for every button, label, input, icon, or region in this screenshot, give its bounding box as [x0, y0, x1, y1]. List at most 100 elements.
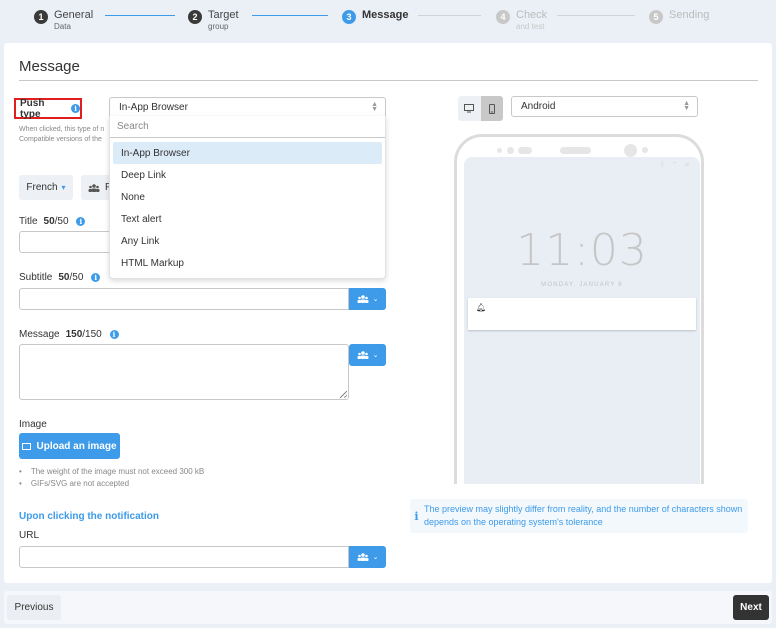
info-icon[interactable]: i	[76, 217, 86, 226]
device-toggle	[458, 96, 503, 121]
step-title: Message	[362, 9, 409, 21]
step-sending[interactable]: 5 Sending	[649, 9, 709, 24]
info-icon[interactable]: i	[91, 273, 101, 282]
title-max: /50	[54, 216, 69, 227]
select-arrows-icon: ▲ ▼	[683, 100, 690, 112]
image-rules: The weight of the image must not exceed …	[19, 466, 204, 490]
phone-sensor	[642, 147, 648, 153]
phone-sensor	[518, 147, 532, 154]
page-title: Message	[19, 58, 80, 75]
os-select[interactable]: Android ▲ ▼	[511, 96, 698, 117]
image-label: Image	[19, 419, 47, 430]
users-icon	[357, 553, 369, 561]
url-personalize-button[interactable]: ⌄	[349, 546, 386, 568]
image-rule: The weight of the image must not exceed …	[19, 466, 204, 478]
subtitle-max: /50	[69, 272, 84, 283]
step-target[interactable]: 2 Target group	[188, 9, 239, 33]
step-title: General	[54, 9, 94, 21]
step-connector	[105, 15, 175, 16]
users-icon	[357, 295, 369, 303]
chevron-down-icon: ⌄	[372, 296, 379, 303]
url-label: URL	[19, 530, 40, 541]
step-title: Check	[516, 9, 548, 21]
title-label-text: Title	[19, 216, 38, 227]
message-label: Message 150/150 i	[19, 329, 119, 340]
step-title: Sending	[669, 9, 710, 21]
url-input[interactable]	[19, 546, 349, 568]
mobile-preview-button[interactable]	[480, 96, 503, 121]
step-check[interactable]: 4 Check and test	[496, 9, 547, 33]
select-arrows-icon: ▲ ▼	[371, 101, 378, 113]
phone-sensor	[497, 148, 502, 153]
push-type-select[interactable]: In-App Browser ▲ ▼	[109, 97, 386, 118]
info-icon[interactable]: i	[109, 330, 119, 339]
subtitle-count: 50	[58, 272, 70, 283]
phone-screen: ᛒ ◠ ▭ 11:03 MONDAY, JANUARY 6 🔔︎	[464, 157, 700, 484]
message-max: /150	[82, 329, 102, 340]
upload-label: Upload an image	[36, 440, 117, 452]
title-label: Title 50/50 i	[19, 216, 86, 227]
message-count: 150	[65, 329, 83, 340]
click-section-heading: Upon clicking the notification	[19, 511, 159, 522]
lockscreen-date: MONDAY, JANUARY 6	[541, 282, 623, 288]
notification-preview: 🔔︎	[468, 298, 696, 330]
push-type-selected-value: In-App Browser	[119, 102, 188, 113]
image-icon	[22, 442, 32, 450]
push-type-dropdown: Search In-App Browser Deep Link None Tex…	[109, 116, 386, 279]
desktop-preview-button[interactable]	[458, 96, 481, 121]
users-icon	[88, 183, 100, 192]
step-number: 2	[188, 10, 202, 24]
step-subtitle: group	[208, 22, 229, 31]
phone-camera	[624, 144, 637, 157]
language-button[interactable]: French ▾	[19, 175, 73, 200]
upload-image-button[interactable]: Upload an image	[19, 433, 120, 459]
desktop-icon	[464, 104, 475, 113]
bell-icon: 🔔︎	[476, 303, 487, 312]
dropdown-option[interactable]: Text alert	[113, 208, 382, 230]
preview-disclaimer-text: The preview may slightly differ from rea…	[423, 504, 743, 527]
message-personalize-button[interactable]: ⌄	[349, 344, 386, 366]
lockscreen-clock: 11:03	[516, 225, 648, 276]
phone-sensor	[507, 147, 514, 154]
chevron-down-icon: ▾	[61, 183, 66, 192]
next-button[interactable]: Next	[733, 595, 769, 620]
step-connector	[418, 15, 481, 16]
info-icon[interactable]: i	[71, 104, 80, 113]
subtitle-personalize-button[interactable]: ⌄	[349, 288, 386, 310]
os-selected-value: Android	[521, 101, 556, 112]
image-rule: GIFs/SVG are not accepted	[19, 478, 204, 490]
chevron-down-icon: ⌄	[372, 352, 379, 359]
language-label: French	[26, 182, 58, 193]
title-count: 50	[43, 216, 55, 227]
dropdown-option[interactable]: In-App Browser	[113, 142, 382, 164]
mobile-icon	[488, 103, 495, 114]
users-icon	[357, 351, 369, 359]
phone-status-icons: ᛒ ◠ ▭	[660, 161, 692, 168]
step-message[interactable]: 3 Message	[342, 9, 408, 24]
dropdown-search-input[interactable]: Search	[110, 116, 385, 138]
step-general[interactable]: 1 General Data	[34, 9, 93, 33]
title-divider	[19, 80, 758, 81]
message-textarea[interactable]	[19, 344, 349, 400]
subtitle-label: Subtitle 50/50 i	[19, 272, 101, 283]
chevron-down-icon: ⌄	[372, 554, 379, 561]
dropdown-option[interactable]: None	[113, 186, 382, 208]
phone-preview: ᛒ ◠ ▭ 11:03 MONDAY, JANUARY 6 🔔︎	[454, 134, 704, 484]
preview-disclaimer: i The preview may slightly differ from r…	[410, 499, 748, 533]
phone-speaker	[560, 147, 591, 154]
push-type-help: When clicked, this type of n Compatible …	[19, 125, 111, 145]
subtitle-label-text: Subtitle	[19, 272, 53, 283]
dropdown-option[interactable]: Deep Link	[113, 164, 382, 186]
step-connector	[252, 15, 328, 16]
push-type-label-text: Push type	[20, 97, 45, 120]
resize-handle[interactable]	[340, 391, 347, 398]
step-number: 1	[34, 10, 48, 24]
dropdown-option[interactable]: Any Link	[113, 230, 382, 252]
subtitle-input[interactable]	[19, 288, 349, 310]
step-subtitle: and test	[516, 22, 545, 31]
step-number: 3	[342, 10, 356, 24]
dropdown-option[interactable]: HTML Markup	[113, 252, 382, 274]
step-number: 4	[496, 10, 510, 24]
previous-button[interactable]: Previous	[7, 595, 61, 620]
message-label-text: Message	[19, 329, 60, 340]
